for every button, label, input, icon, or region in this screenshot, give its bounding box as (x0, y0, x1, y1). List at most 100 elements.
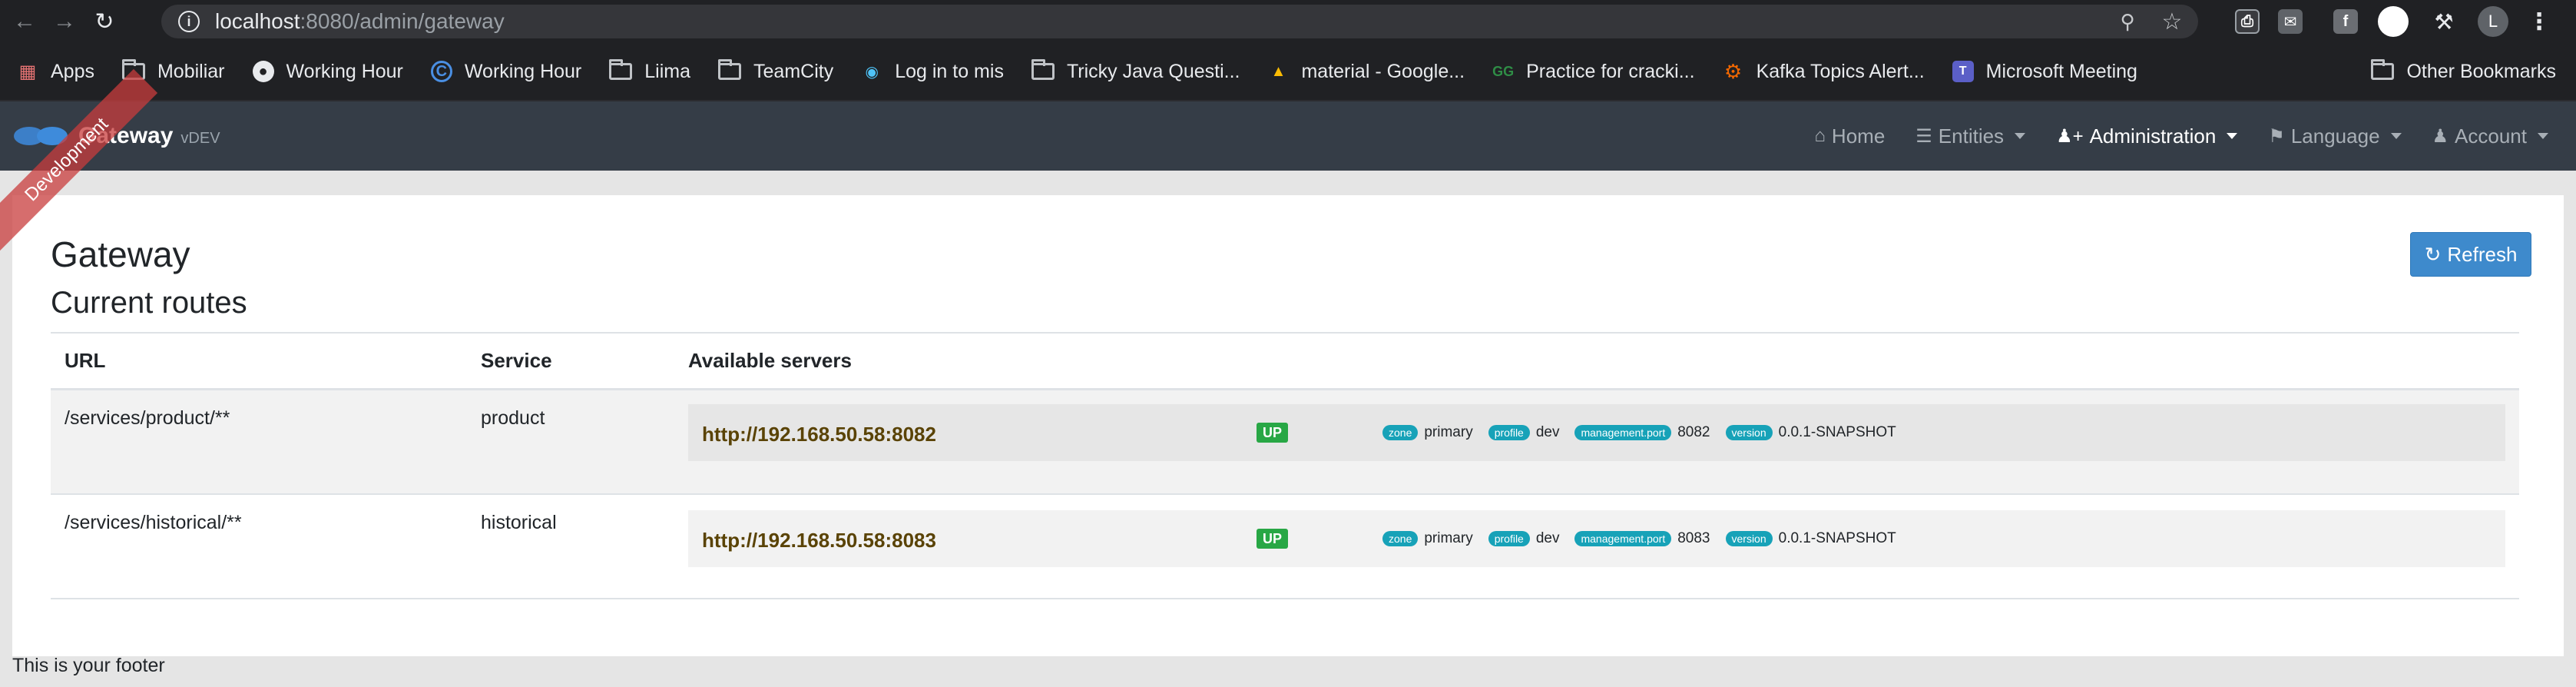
bookmark-label: Mobiliar (157, 60, 225, 82)
refresh-icon: ↻ (2424, 242, 2442, 266)
nav-label: Administration (2089, 124, 2217, 148)
refresh-button[interactable]: ↻ Refresh (2410, 232, 2531, 277)
chevron-down-icon (2015, 133, 2026, 139)
menu-dots-icon[interactable]: ⋮ (2527, 9, 2551, 35)
nav-administration[interactable]: ♟+ Administration (2056, 124, 2238, 148)
folder-icon (2371, 59, 2395, 80)
zone-badge: zone (1382, 531, 1419, 546)
bookmark-apps[interactable]: ▦ Apps (17, 42, 94, 101)
bookmark-label: TeamCity (753, 60, 834, 82)
bookmark-label: Working Hour (286, 60, 403, 82)
section-title: Current routes (51, 286, 247, 320)
management-port-value: 8083 (1677, 530, 1710, 546)
nav-account[interactable]: ♟ Account (2432, 124, 2548, 148)
flag-icon: ⚑ (2268, 125, 2285, 147)
version-badge: version (1725, 531, 1773, 546)
globe-icon: ● (252, 61, 274, 82)
header-servers: Available servers (688, 349, 852, 372)
gfg-icon: GG (1492, 63, 1515, 79)
zone-badge: zone (1382, 425, 1419, 440)
url-text: localhost:8080/admin/gateway (215, 9, 505, 33)
back-icon[interactable]: ← (9, 6, 40, 37)
server-metadata: zone primary profile dev management.port… (1382, 530, 1912, 547)
management-port-badge: management.port (1574, 425, 1672, 440)
browser-toolbar: ← → ↻ i localhost:8080/admin/gateway ⚲ ☆… (0, 0, 2576, 43)
teams-icon: T (1952, 61, 1974, 82)
facebook-icon[interactable]: f (2333, 9, 2358, 34)
profile-badge: profile (1488, 531, 1530, 546)
server-metadata: zone primary profile dev management.port… (1382, 424, 1912, 441)
page-title: Gateway (51, 234, 190, 274)
route-service: product (481, 407, 545, 429)
list-icon: ☰ (1915, 125, 1932, 147)
extension-icon[interactable]: ✉ (2278, 9, 2303, 34)
bookmark-teamcity[interactable]: TeamCity (718, 42, 833, 101)
folder-icon (609, 59, 633, 80)
route-url: /services/historical/** (65, 512, 242, 533)
puzzle-icon[interactable]: ⚒ (2432, 9, 2456, 34)
gateway-card: Gateway Current routes ↻ Refresh URL Ser… (12, 195, 2564, 656)
bookmark-label: Liima (644, 60, 691, 82)
bookmark-working-hour-1[interactable]: ● Working Hour (252, 42, 403, 101)
zone-value: primary (1424, 424, 1473, 440)
nav-label: Home (1831, 124, 1886, 148)
nav-label: Entities (1938, 124, 2005, 148)
status-badge: UP (1257, 423, 1289, 443)
bookmark-label: Tricky Java Questi... (1066, 60, 1240, 82)
chevron-down-icon (2538, 133, 2548, 139)
bookmark-label: Log in to mis (895, 60, 1004, 82)
bookmark-kafka[interactable]: ⚙ Kafka Topics Alert... (1723, 42, 1925, 101)
forward-icon[interactable]: → (49, 6, 80, 37)
bookmarks-bar: ▦ Apps Mobiliar ● Working Hour C Working… (0, 43, 2576, 101)
bookmark-label: Practice for cracki... (1526, 60, 1695, 82)
nav-entities[interactable]: ☰ Entities (1915, 124, 2026, 148)
table-row: /services/product/** product http://192.… (51, 390, 2519, 495)
bookmark-liima[interactable]: Liima (609, 42, 690, 101)
zoom-icon[interactable]: ⚲ (2114, 8, 2141, 35)
bookmark-practice[interactable]: GG Practice for cracki... (1492, 42, 1695, 101)
bookmark-tricky-java[interactable]: Tricky Java Questi... (1031, 42, 1240, 101)
nav-label: Language (2290, 124, 2380, 148)
bookmark-star-icon[interactable]: ☆ (2157, 6, 2187, 37)
avatar[interactable]: L (2478, 6, 2508, 37)
header-url: URL (65, 349, 106, 372)
server-link[interactable]: http://192.168.50.58:8082 (702, 423, 936, 446)
main-nav: ⌂ Home ☰ Entities ♟+ Administration ⚑ La… (1783, 101, 2548, 171)
bookmark-label: Kafka Topics Alert... (1756, 60, 1925, 82)
apps-grid-icon: ▦ (18, 61, 37, 82)
user-plus-icon: ♟+ (2056, 125, 2084, 147)
server-link[interactable]: http://192.168.50.58:8083 (702, 529, 936, 553)
bookmark-working-hour-2[interactable]: C Working Hour (430, 42, 581, 101)
brand-version: vDEV (180, 129, 220, 147)
chevron-down-icon (2227, 133, 2238, 139)
management-port-value: 8082 (1677, 424, 1710, 440)
nav-language[interactable]: ⚑ Language (2268, 124, 2402, 148)
reload-icon[interactable]: ↻ (89, 6, 120, 37)
site-icon: C (430, 61, 452, 82)
extension-icon[interactable]: ⎙ (2235, 9, 2260, 34)
version-value: 0.0.1-SNAPSHOT (1778, 530, 1896, 546)
profile-value: dev (1535, 424, 1560, 440)
user-icon: ♟ (2432, 125, 2449, 147)
bookmark-microsoft-meeting[interactable]: T Microsoft Meeting (1952, 42, 2137, 101)
home-icon: ⌂ (1814, 125, 1826, 146)
table-header: URL Service Available servers (51, 332, 2519, 390)
folder-icon (1031, 59, 1055, 80)
profile-badge: profile (1488, 425, 1530, 440)
server-entry: http://192.168.50.58:8083 UP zone primar… (688, 510, 2505, 567)
table-row: /services/historical/** historical http:… (51, 495, 2519, 599)
bookmark-label: material - Google... (1301, 60, 1465, 82)
other-bookmarks[interactable]: Other Bookmarks (2371, 42, 2556, 101)
bookmark-material-google[interactable]: ▲ material - Google... (1267, 42, 1465, 101)
routes-table: URL Service Available servers /services/… (51, 332, 2519, 599)
route-service: historical (481, 512, 557, 533)
app-navbar: Gateway vDEV ⌂ Home ☰ Entities ♟+ Admini… (0, 101, 2576, 171)
nav-home[interactable]: ⌂ Home (1814, 124, 1885, 148)
zone-value: primary (1424, 530, 1473, 546)
bookmark-log-in-to-mis[interactable]: ◉ Log in to mis (861, 42, 1004, 101)
profile-circle-icon[interactable] (2378, 6, 2409, 37)
address-bar[interactable]: i localhost:8080/admin/gateway ⚲ ☆ (161, 5, 2198, 38)
site-info-icon[interactable]: i (178, 11, 200, 32)
chevron-down-icon (2390, 133, 2402, 139)
page-footer: This is your footer (12, 655, 165, 676)
